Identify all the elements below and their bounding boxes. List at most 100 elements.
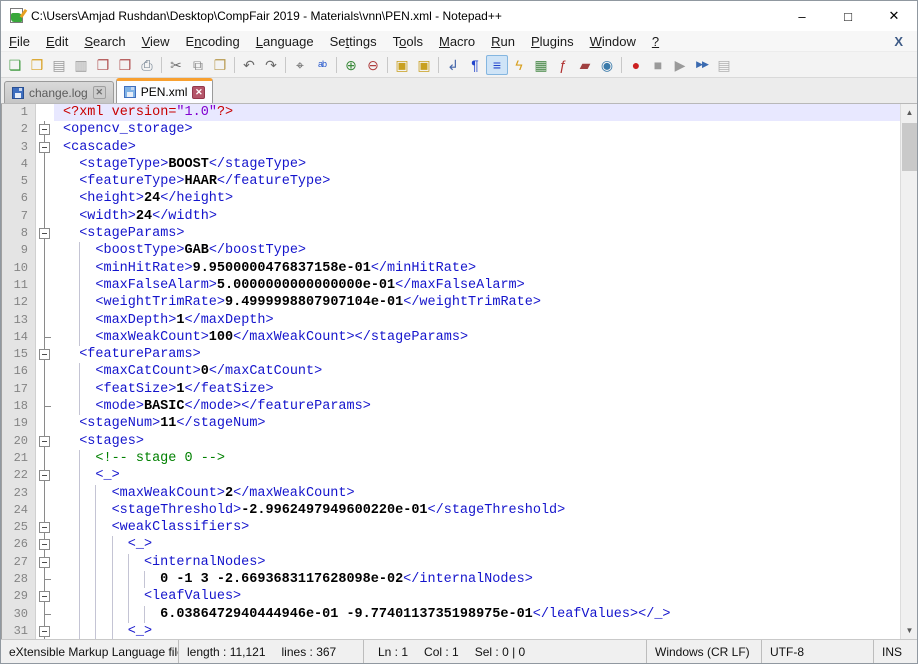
code-line[interactable]: 19<stageNum>11</stageNum> bbox=[2, 415, 900, 432]
menu-window[interactable]: Window bbox=[582, 32, 644, 51]
fold-margin[interactable] bbox=[36, 139, 54, 156]
code-text[interactable]: <stageThreshold>-2.9962497949600220e-01<… bbox=[54, 502, 900, 519]
code-text[interactable]: <maxWeakCount>2</maxWeakCount> bbox=[54, 485, 900, 502]
fold-margin[interactable] bbox=[36, 329, 54, 346]
line-number[interactable]: 15 bbox=[2, 346, 36, 363]
code-text[interactable]: <!-- stage 0 --> bbox=[54, 450, 900, 467]
close-file-icon[interactable]: ❐ bbox=[92, 55, 114, 75]
code-line[interactable]: 25 <weakClassifiers> bbox=[2, 519, 900, 536]
code-line[interactable]: 20<stages> bbox=[2, 433, 900, 450]
code-text[interactable]: <featSize>1</featSize> bbox=[54, 381, 900, 398]
minimize-button[interactable]: – bbox=[779, 1, 825, 31]
fold-margin[interactable] bbox=[36, 312, 54, 329]
code-text[interactable]: <stages> bbox=[54, 433, 900, 450]
code-line[interactable]: 15<featureParams> bbox=[2, 346, 900, 363]
cut-icon[interactable]: ✂ bbox=[165, 55, 187, 75]
line-number[interactable]: 2 bbox=[2, 121, 36, 138]
save-file-icon[interactable]: ▤ bbox=[48, 55, 70, 75]
line-number[interactable]: 5 bbox=[2, 173, 36, 190]
scrollbar-thumb[interactable] bbox=[902, 123, 917, 171]
tab-close-icon[interactable]: ✕ bbox=[93, 86, 106, 99]
fold-collapse-icon[interactable] bbox=[39, 626, 50, 637]
scroll-up-icon[interactable]: ▲ bbox=[901, 104, 917, 121]
code-text[interactable]: <stageNum>11</stageNum> bbox=[54, 415, 900, 432]
macro-run-multiple-icon[interactable]: ▶▶ bbox=[691, 55, 713, 75]
fold-collapse-icon[interactable] bbox=[39, 557, 50, 568]
line-number[interactable]: 4 bbox=[2, 156, 36, 173]
fold-margin[interactable] bbox=[36, 606, 54, 623]
code-line[interactable]: 9<boostType>GAB</boostType> bbox=[2, 242, 900, 259]
code-line[interactable]: 2 <opencv_storage> bbox=[2, 121, 900, 138]
line-number[interactable]: 3 bbox=[2, 139, 36, 156]
line-number[interactable]: 7 bbox=[2, 208, 36, 225]
code-text[interactable]: <maxDepth>1</maxDepth> bbox=[54, 312, 900, 329]
code-text[interactable]: <boostType>GAB</boostType> bbox=[54, 242, 900, 259]
menu-macro[interactable]: Macro bbox=[431, 32, 483, 51]
code-text[interactable]: <_> bbox=[54, 623, 900, 639]
code-line[interactable]: 26<_> bbox=[2, 536, 900, 553]
fold-margin[interactable] bbox=[36, 260, 54, 277]
code-text[interactable]: <maxCatCount>0</maxCatCount> bbox=[54, 363, 900, 380]
code-text[interactable]: <weakClassifiers> bbox=[54, 519, 900, 536]
menu-help[interactable]: ? bbox=[644, 32, 667, 51]
code-text[interactable]: <opencv_storage> bbox=[54, 121, 900, 138]
fold-margin[interactable] bbox=[36, 381, 54, 398]
code-text[interactable]: <height>24</height> bbox=[54, 190, 900, 207]
macro-play-icon[interactable]: ▶ bbox=[669, 55, 691, 75]
code-text[interactable]: 0 -1 3 -2.6693683117628098e-02</internal… bbox=[54, 571, 900, 588]
line-number[interactable]: 8 bbox=[2, 225, 36, 242]
code-line[interactable]: 11<maxFalseAlarm>5.0000000000000000e-01<… bbox=[2, 277, 900, 294]
fold-margin[interactable] bbox=[36, 121, 54, 138]
code-text[interactable]: <leafValues> bbox=[54, 588, 900, 605]
fold-margin[interactable] bbox=[36, 415, 54, 432]
menu-tools[interactable]: Tools bbox=[385, 32, 431, 51]
mdi-close-button[interactable]: X bbox=[890, 34, 907, 49]
tab-change-log[interactable]: change.log✕ bbox=[4, 81, 114, 103]
status-insert-mode[interactable]: INS bbox=[874, 640, 917, 663]
code-line[interactable]: 29<leafValues> bbox=[2, 588, 900, 605]
code-line[interactable]: 12<weightTrimRate>9.4999998807907104e-01… bbox=[2, 294, 900, 311]
code-line[interactable]: 16 <maxCatCount>0</maxCatCount> bbox=[2, 363, 900, 380]
line-number[interactable]: 30 bbox=[2, 606, 36, 623]
scroll-down-icon[interactable]: ▼ bbox=[901, 622, 917, 639]
menu-view[interactable]: View bbox=[134, 32, 178, 51]
code-text[interactable]: <_> bbox=[54, 536, 900, 553]
sync-horizontal-scroll-icon[interactable]: ▣ bbox=[413, 55, 435, 75]
save-all-icon[interactable]: ▥ bbox=[70, 55, 92, 75]
code-text[interactable]: <internalNodes> bbox=[54, 554, 900, 571]
line-number[interactable]: 6 bbox=[2, 190, 36, 207]
code-line[interactable]: 280 -1 3 -2.6693683117628098e-02</intern… bbox=[2, 571, 900, 588]
fold-collapse-icon[interactable] bbox=[39, 470, 50, 481]
fold-collapse-icon[interactable] bbox=[39, 436, 50, 447]
maximize-button[interactable]: □ bbox=[825, 1, 871, 31]
document-map-icon[interactable]: ▦ bbox=[530, 55, 552, 75]
menu-edit[interactable]: Edit bbox=[38, 32, 76, 51]
code-line[interactable]: 4<stageType>BOOST</stageType> bbox=[2, 156, 900, 173]
paste-icon[interactable]: ❐ bbox=[209, 55, 231, 75]
code-text[interactable]: <maxFalseAlarm>5.0000000000000000e-01</m… bbox=[54, 277, 900, 294]
code-line[interactable]: 8<stageParams> bbox=[2, 225, 900, 242]
fold-margin[interactable] bbox=[36, 173, 54, 190]
code-line[interactable]: 23<maxWeakCount>2</maxWeakCount> bbox=[2, 485, 900, 502]
menu-settings[interactable]: Settings bbox=[322, 32, 385, 51]
folder-as-workspace-icon[interactable]: ▰ bbox=[574, 55, 596, 75]
code-text[interactable]: <maxWeakCount>100</maxWeakCount></stageP… bbox=[54, 329, 900, 346]
line-number[interactable]: 13 bbox=[2, 312, 36, 329]
fold-margin[interactable] bbox=[36, 242, 54, 259]
macro-stop-icon[interactable]: ■ bbox=[647, 55, 669, 75]
fold-margin[interactable] bbox=[36, 363, 54, 380]
code-line[interactable]: 3<cascade> bbox=[2, 139, 900, 156]
copy-icon[interactable]: ⧉ bbox=[187, 55, 209, 75]
code-line[interactable]: 13 <maxDepth>1</maxDepth> bbox=[2, 312, 900, 329]
fold-margin[interactable] bbox=[36, 346, 54, 363]
line-number[interactable]: 16 bbox=[2, 363, 36, 380]
line-number[interactable]: 25 bbox=[2, 519, 36, 536]
fold-margin[interactable] bbox=[36, 519, 54, 536]
tab-pen-xml[interactable]: PEN.xml✕ bbox=[116, 78, 214, 103]
code-view[interactable]: 1<?xml version="1.0"?>2<opencv_storage>3… bbox=[2, 104, 900, 639]
fold-margin[interactable] bbox=[36, 398, 54, 415]
undo-icon[interactable]: ↶ bbox=[238, 55, 260, 75]
code-line[interactable]: 17<featSize>1</featSize> bbox=[2, 381, 900, 398]
fold-margin[interactable] bbox=[36, 485, 54, 502]
code-line[interactable]: 21<!-- stage 0 --> bbox=[2, 450, 900, 467]
